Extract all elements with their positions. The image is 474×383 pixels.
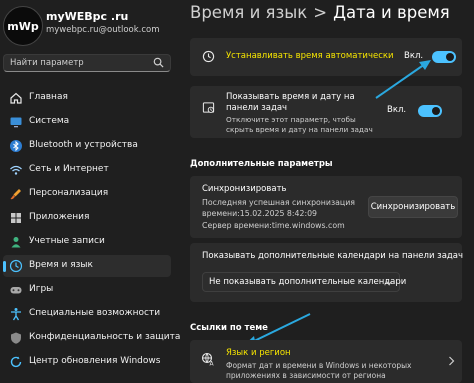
sync-server: Сервер времени:time.windows.com <box>202 221 345 230</box>
language-region-icon: A <box>201 352 215 366</box>
chevron-down-icon <box>385 280 393 286</box>
sync-last: Последняя успешная синхронизация <box>202 198 355 207</box>
region-title: Язык и регион <box>226 348 291 358</box>
calendars-title: Показывать дополнительные календари на п… <box>202 251 464 261</box>
region-card[interactable]: A Язык и регион Формат дат и времени в W… <box>190 340 462 383</box>
calendars-select[interactable]: Не показывать дополнительные календари <box>202 272 406 292</box>
chevron-right-icon <box>449 356 455 366</box>
related-heading: Ссылки по теме <box>190 323 268 333</box>
additional-heading: Дополнительные параметры <box>190 159 333 169</box>
sync-time: времени:15.02.2025 8:42:09 <box>202 209 317 218</box>
sync-card: Синхронизировать Последняя успешная синх… <box>190 176 462 238</box>
svg-text:A: A <box>210 361 215 367</box>
region-description: Формат дат и времени в Windows и некотор… <box>226 361 412 380</box>
calendars-card: Показывать дополнительные календари на п… <box>190 243 464 302</box>
calendars-selected: Не показывать дополнительные календари <box>209 277 407 287</box>
sync-title: Синхронизировать <box>202 184 287 194</box>
sync-button[interactable]: Синхронизировать <box>368 196 458 218</box>
